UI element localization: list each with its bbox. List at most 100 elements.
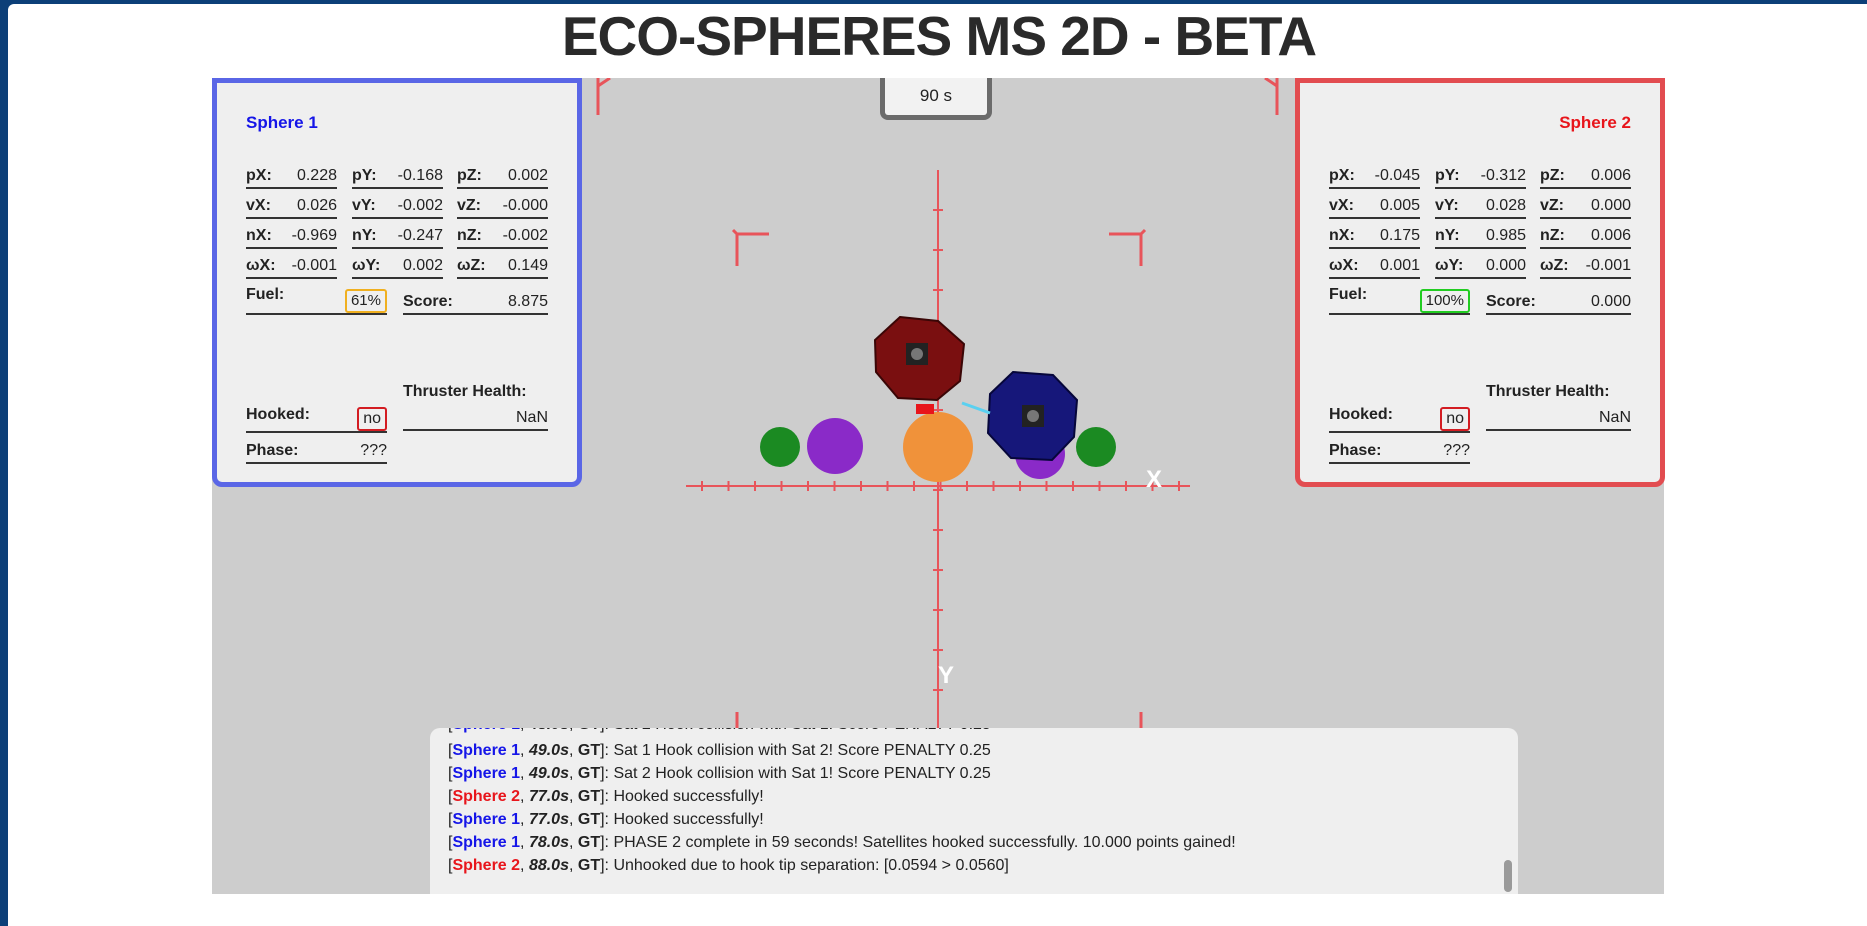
log-line: [Sphere 2, 77.0s, GT]: Hooked successful… bbox=[448, 788, 764, 806]
wz-value: -0.001 bbox=[1585, 257, 1631, 274]
wx-label: ωX: bbox=[1329, 257, 1359, 274]
thruster-label: Thruster Health: bbox=[403, 383, 527, 400]
hooked-label: Hooked: bbox=[246, 406, 310, 423]
x-axis-label: X bbox=[1146, 466, 1162, 493]
sphere-2-vz-field: vZ: 0.000 bbox=[1540, 192, 1631, 219]
log-punct: , bbox=[520, 765, 529, 782]
py-value: -0.168 bbox=[397, 167, 443, 184]
phase-value: ??? bbox=[1443, 442, 1470, 459]
sphere-1-satellite bbox=[961, 370, 1079, 462]
sphere-2-fuel-field: Fuel: 100% bbox=[1329, 283, 1470, 315]
vz-label: vZ: bbox=[457, 197, 481, 214]
log-tag: GT bbox=[577, 742, 601, 759]
log-punct: ]: bbox=[600, 788, 614, 805]
log-line: [Sphere 1, 49.0s, GT]: Sat 1 Hook collis… bbox=[448, 742, 991, 760]
log-line: [Sphere 1, 78.0s, GT]: PHASE 2 complete … bbox=[448, 834, 1236, 852]
log-punct: , bbox=[520, 811, 529, 828]
vy-value: -0.002 bbox=[397, 197, 443, 214]
log-punct: , bbox=[568, 857, 578, 874]
log-punct: , bbox=[520, 788, 529, 805]
score-value: 0.000 bbox=[1590, 293, 1631, 310]
wx-label: ωX: bbox=[246, 257, 276, 274]
sphere-2-satellite bbox=[873, 315, 966, 414]
sphere-1-thruster-field: Thruster Health: NaN bbox=[403, 383, 548, 431]
log-scrollbar-thumb[interactable] bbox=[1504, 860, 1512, 892]
sphere-1-wx-field: ωX: -0.001 bbox=[246, 252, 337, 279]
wx-value: 0.001 bbox=[1379, 257, 1420, 274]
log-punct: ]: bbox=[600, 728, 613, 733]
sphere-1-score-field: Score: 8.875 bbox=[403, 285, 548, 315]
vy-label: vY: bbox=[1435, 197, 1459, 214]
sphere-1-pz-field: pZ: 0.002 bbox=[457, 162, 548, 189]
vy-value: 0.028 bbox=[1485, 197, 1526, 214]
ny-label: nY: bbox=[352, 227, 377, 244]
sphere-2-wz-field: ωZ: -0.001 bbox=[1540, 252, 1631, 279]
vx-label: vX: bbox=[1329, 197, 1354, 214]
log-punct: ]: bbox=[600, 857, 614, 874]
log-sphere: Sphere 1 bbox=[452, 728, 520, 733]
fuel-label: Fuel: bbox=[1329, 286, 1368, 303]
sphere-1-py-field: pY: -0.168 bbox=[352, 162, 443, 189]
sphere-1-vx-field: vX: 0.026 bbox=[246, 192, 337, 219]
ny-value: -0.247 bbox=[397, 227, 443, 244]
log-msg: Sat 2 Hook collision with Sat 1! Score P… bbox=[613, 765, 991, 782]
log-msg: Sat 2 Hook collision with Sat 1! Score P… bbox=[613, 728, 990, 733]
log-punct: , bbox=[520, 742, 529, 759]
sphere-1-nz-field: nZ: -0.002 bbox=[457, 222, 548, 249]
sphere-1-vz-field: vZ: -0.000 bbox=[457, 192, 548, 219]
wy-label: ωY: bbox=[1435, 257, 1464, 274]
log-tag: GT bbox=[577, 788, 601, 805]
hooked-value: no bbox=[1440, 407, 1470, 431]
log-msg: Hooked successfully! bbox=[613, 811, 764, 828]
score-value: 8.875 bbox=[507, 293, 548, 310]
log-time: 88.0s bbox=[528, 857, 569, 874]
sphere-1-nx-field: nX: -0.969 bbox=[246, 222, 337, 249]
wz-value: 0.149 bbox=[507, 257, 548, 274]
nx-value: -0.969 bbox=[291, 227, 337, 244]
y-axis-label: Y bbox=[938, 662, 954, 689]
vz-value: -0.000 bbox=[502, 197, 548, 214]
log-line: [Sphere 1, 48.0s, GT]: Sat 2 Hook collis… bbox=[448, 728, 991, 734]
log-sphere: Sphere 2 bbox=[452, 857, 521, 874]
item-purple-left bbox=[807, 418, 863, 474]
log-time: 49.0s bbox=[528, 765, 569, 782]
vx-label: vX: bbox=[246, 197, 271, 214]
log-sphere: Sphere 2 bbox=[452, 788, 521, 805]
nx-label: nX: bbox=[246, 227, 272, 244]
sphere-2-score-field: Score: 0.000 bbox=[1486, 285, 1631, 315]
log-sphere: Sphere 1 bbox=[452, 765, 521, 782]
vx-value: 0.005 bbox=[1379, 197, 1420, 214]
fuel-value: 100% bbox=[1419, 289, 1470, 313]
nz-label: nZ: bbox=[1540, 227, 1565, 244]
nz-label: nZ: bbox=[457, 227, 482, 244]
thruster-label: Thruster Health: bbox=[1486, 383, 1610, 400]
sphere-2-title: Sphere 2 bbox=[1559, 113, 1631, 132]
pz-value: 0.006 bbox=[1590, 167, 1631, 184]
sphere-2-py-field: pY: -0.312 bbox=[1435, 162, 1526, 189]
py-label: pY: bbox=[1435, 167, 1460, 184]
vz-label: vZ: bbox=[1540, 197, 1564, 214]
log-msg: Hooked successfully! bbox=[613, 788, 764, 805]
phase-label: Phase: bbox=[1329, 442, 1382, 459]
pz-value: 0.002 bbox=[507, 167, 548, 184]
log-punct: ]: bbox=[600, 742, 614, 759]
sphere-1-phase-field: Phase:??? bbox=[246, 437, 387, 464]
log-time: 49.0s bbox=[528, 742, 569, 759]
page-title: ECO-SPHERES MS 2D - BETA bbox=[561, 5, 1317, 67]
nx-label: nX: bbox=[1329, 227, 1355, 244]
log-tag: GT bbox=[577, 857, 601, 874]
sphere-1-wz-field: ωZ: 0.149 bbox=[457, 252, 548, 279]
sphere-2-wx-field: ωX: 0.001 bbox=[1329, 252, 1420, 279]
wy-value: 0.000 bbox=[1485, 257, 1526, 274]
sphere-1-ny-field: nY: -0.247 bbox=[352, 222, 443, 249]
vy-label: vY: bbox=[352, 197, 376, 214]
sphere-1-panel: Sphere 1 pX: 0.228 pY: -0.168 pZ: 0.002 vX:… bbox=[212, 78, 582, 487]
event-log-console[interactable]: [Sphere 1, 48.0s, GT]: Sat 2 Hook collis… bbox=[430, 728, 1518, 894]
log-line: [Sphere 1, 77.0s, GT]: Hooked successful… bbox=[448, 811, 764, 829]
log-time: 77.0s bbox=[528, 811, 569, 828]
wy-value: 0.002 bbox=[402, 257, 443, 274]
log-punct: , bbox=[568, 834, 578, 851]
sphere-2-hooked-field: Hooked: no bbox=[1329, 401, 1470, 433]
vx-value: 0.026 bbox=[296, 197, 337, 214]
px-label: pX: bbox=[246, 167, 272, 184]
